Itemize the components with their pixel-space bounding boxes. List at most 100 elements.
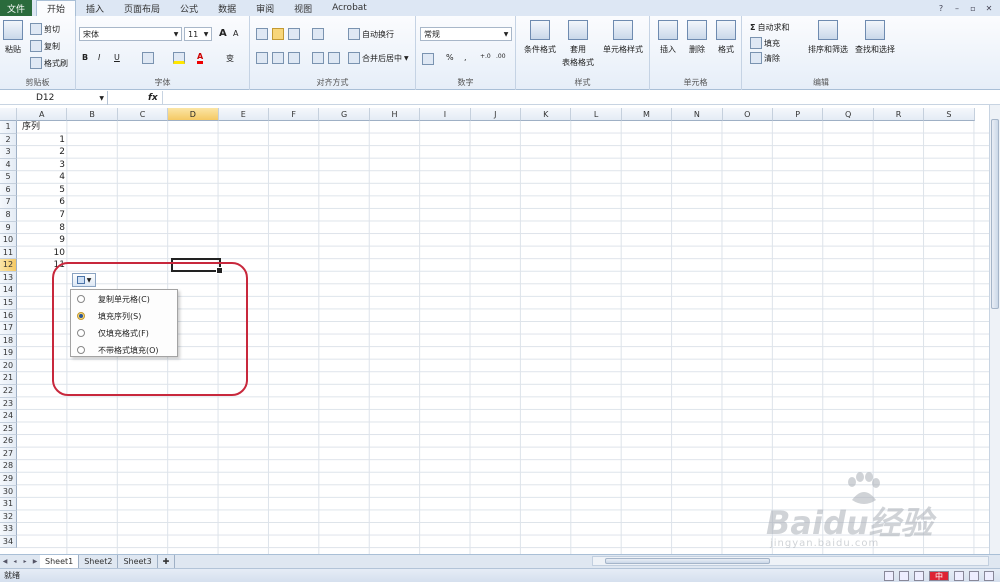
tab-acrobat[interactable]: Acrobat [322, 0, 377, 16]
row-header-25[interactable]: 25 [0, 422, 17, 436]
row-header-29[interactable]: 29 [0, 472, 17, 486]
column-header-g[interactable]: G [319, 108, 370, 121]
row-header-10[interactable]: 10 [0, 234, 17, 247]
name-box[interactable]: D12 ▼ [0, 91, 108, 105]
row-header-8[interactable]: 8 [0, 208, 17, 222]
insert-sheet-icon[interactable]: ✚ [158, 555, 176, 568]
tab-file[interactable]: 文件 [0, 0, 32, 16]
find-select-button[interactable]: 查找和选择 [852, 20, 898, 55]
merge-center-button[interactable]: 合并后居中 ▼ [348, 52, 409, 64]
row-header-17[interactable]: 17 [0, 322, 17, 335]
cell-a10[interactable]: 9 [17, 234, 68, 246]
increase-decimal-button[interactable]: +.0 [480, 53, 491, 60]
cell-a3[interactable]: 2 [17, 146, 68, 158]
borders-button[interactable] [142, 52, 154, 64]
column-header-h[interactable]: H [369, 108, 421, 121]
align-left-button[interactable] [256, 52, 268, 64]
row-header-31[interactable]: 31 [0, 498, 17, 511]
row-header-1[interactable]: 1 [0, 121, 17, 134]
bold-button[interactable]: B [82, 53, 88, 62]
row-header-11[interactable]: 11 [0, 246, 17, 260]
phonetic-button[interactable]: 变 [226, 53, 234, 64]
minimize-icon[interactable]: – [952, 3, 962, 13]
row-header-2[interactable]: 2 [0, 133, 17, 147]
row-header-14[interactable]: 14 [0, 284, 17, 297]
column-header-d[interactable]: D [168, 108, 219, 121]
autosum-button[interactable]: Σ 自动求和 [750, 22, 789, 33]
column-header-c[interactable]: C [117, 108, 169, 121]
cell-a2[interactable]: 1 [17, 134, 68, 146]
row-header-21[interactable]: 21 [0, 372, 17, 385]
restore-icon[interactable]: ▫ [968, 3, 978, 13]
help-icon[interactable]: ? [936, 3, 946, 13]
microphone-icon[interactable] [954, 570, 964, 581]
column-header-m[interactable]: M [621, 108, 673, 121]
formula-input[interactable] [162, 91, 986, 105]
cut-button[interactable]: 剪切 [30, 23, 60, 35]
conditional-format-button[interactable]: 条件格式 [520, 20, 560, 55]
row-header-18[interactable]: 18 [0, 334, 17, 348]
first-sheet-icon[interactable]: ◀ [0, 558, 10, 565]
accounting-format-button[interactable] [422, 53, 434, 65]
row-header-13[interactable]: 13 [0, 271, 17, 285]
row-header-28[interactable]: 28 [0, 460, 17, 473]
shrink-font-button[interactable]: A [233, 29, 238, 38]
row-header-24[interactable]: 24 [0, 410, 17, 423]
cell-a11[interactable]: 10 [17, 247, 68, 259]
select-all-corner[interactable] [0, 108, 17, 121]
percent-button[interactable]: % [446, 53, 454, 62]
column-header-l[interactable]: L [571, 108, 622, 121]
copy-button[interactable]: 复制 [30, 40, 60, 52]
row-header-5[interactable]: 5 [0, 171, 17, 184]
wrap-text-button[interactable]: 自动换行 [348, 28, 394, 40]
vertical-scrollbar[interactable] [989, 105, 1000, 554]
row-header-20[interactable]: 20 [0, 359, 17, 373]
vertical-scroll-thumb[interactable] [991, 119, 999, 309]
settings-icon[interactable] [984, 570, 994, 581]
sheet-tab-sheet1[interactable]: Sheet1 [40, 555, 80, 568]
page-break-view-icon[interactable] [914, 570, 924, 581]
cell-a1[interactable]: 序列 [22, 121, 40, 133]
align-top-button[interactable] [256, 28, 268, 40]
italic-button[interactable]: I [98, 53, 100, 62]
cell-a7[interactable]: 6 [17, 196, 68, 208]
column-header-i[interactable]: I [420, 108, 471, 121]
delete-cells-button[interactable]: 删除 [683, 20, 711, 55]
cell-a5[interactable]: 4 [17, 171, 68, 183]
column-header-o[interactable]: O [722, 108, 773, 121]
clear-button[interactable]: 清除 [750, 52, 780, 64]
cell-a8[interactable]: 7 [17, 209, 68, 221]
row-header-19[interactable]: 19 [0, 347, 17, 360]
row-header-6[interactable]: 6 [0, 183, 17, 197]
sheet-tab-sheet3[interactable]: Sheet3 [118, 555, 158, 568]
tab-formulas[interactable]: 公式 [170, 0, 208, 16]
column-header-n[interactable]: N [672, 108, 723, 121]
align-middle-button[interactable] [272, 28, 284, 40]
sheet-tab-sheet2[interactable]: Sheet2 [79, 555, 119, 568]
orientation-button[interactable] [312, 28, 324, 40]
prev-sheet-icon[interactable]: ◂ [10, 558, 20, 565]
comma-button[interactable]: , [464, 53, 467, 62]
tab-home[interactable]: 开始 [36, 0, 77, 16]
tab-view[interactable]: 视图 [284, 0, 322, 16]
row-header-33[interactable]: 33 [0, 523, 17, 536]
align-center-button[interactable] [272, 52, 284, 64]
row-header-16[interactable]: 16 [0, 309, 17, 323]
column-header-e[interactable]: E [218, 108, 269, 121]
paste-button[interactable]: 粘贴 [3, 20, 23, 55]
fill-button[interactable]: 填充 [750, 37, 780, 49]
cell-a6[interactable]: 5 [17, 184, 68, 196]
tab-data[interactable]: 数据 [208, 0, 246, 16]
column-header-b[interactable]: B [67, 108, 118, 121]
row-header-15[interactable]: 15 [0, 296, 17, 310]
row-header-7[interactable]: 7 [0, 196, 17, 209]
row-header-27[interactable]: 27 [0, 447, 17, 461]
column-header-p[interactable]: P [773, 108, 824, 121]
next-sheet-icon[interactable]: ▸ [20, 558, 30, 565]
row-header-23[interactable]: 23 [0, 397, 17, 411]
increase-indent-button[interactable] [328, 52, 340, 64]
fill-color-button[interactable] [173, 52, 185, 64]
cell-styles-button[interactable]: 单元格样式 [600, 20, 646, 55]
tab-insert[interactable]: 插入 [76, 0, 114, 16]
tab-page-layout[interactable]: 页面布局 [114, 0, 170, 16]
